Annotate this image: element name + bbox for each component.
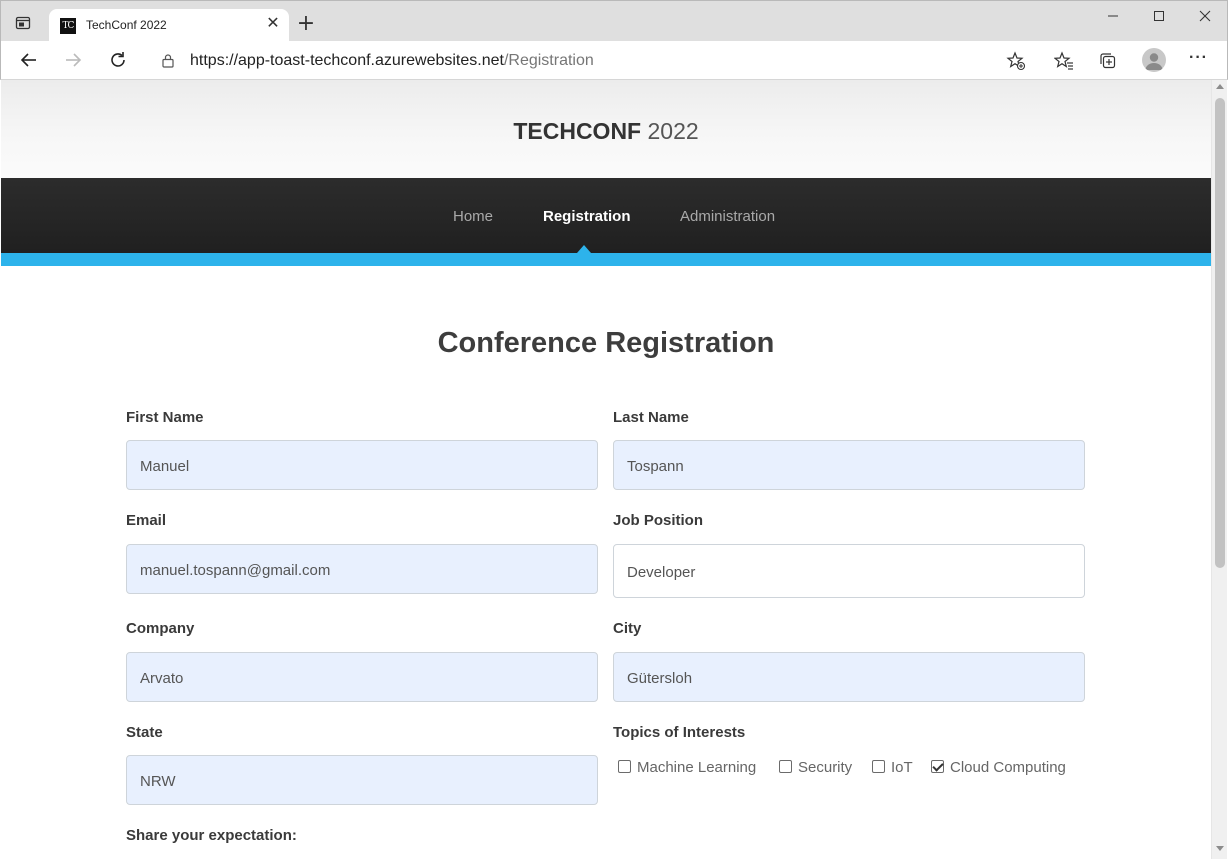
profile-icon[interactable] — [1142, 48, 1166, 72]
brand-light: 2022 — [647, 118, 699, 144]
new-tab-icon[interactable]: + — [295, 13, 317, 35]
collections-icon[interactable] — [1098, 51, 1118, 71]
topic-machine-learning[interactable]: Machine Learning — [618, 759, 756, 779]
topic-label: Machine Learning — [637, 759, 757, 776]
window-close-icon[interactable] — [1193, 6, 1217, 28]
topic-label: IoT — [891, 759, 913, 776]
checkbox-machine-learning[interactable] — [618, 760, 631, 773]
nav-home[interactable]: Home — [453, 208, 493, 225]
state-label: State — [126, 724, 163, 741]
brand-strong: TECHCONF — [513, 118, 642, 144]
email-input[interactable]: manuel.tospann@gmail.com — [126, 544, 598, 594]
state-input[interactable]: NRW — [126, 755, 598, 805]
main-nav: Home Registration Administration — [1, 178, 1211, 253]
forward-icon[interactable] — [63, 50, 83, 70]
expectation-label: Share your expectation: — [126, 827, 297, 844]
job-position-label: Job Position — [613, 512, 703, 529]
company-input[interactable]: Arvato — [126, 652, 598, 702]
favorites-icon[interactable] — [1054, 51, 1074, 71]
nav-registration[interactable]: Registration — [543, 208, 631, 225]
accent-bar — [1, 253, 1211, 266]
site-brand[interactable]: TECHCONF 2022 — [1, 118, 1211, 145]
topics-group: Machine Learning Security IoT Cloud Comp… — [618, 759, 1088, 781]
browser-titlebar: TC TechConf 2022 ✕ + — [0, 0, 1228, 43]
page-title: Conference Registration — [437, 327, 775, 359]
topic-label: Cloud Computing — [950, 759, 1066, 776]
topic-cloud-computing[interactable]: Cloud Computing — [931, 759, 1066, 779]
browser-tab[interactable]: TC TechConf 2022 ✕ — [49, 9, 289, 43]
email-label: Email — [126, 512, 167, 529]
tab-title: TechConf 2022 — [86, 18, 167, 32]
first-name-label: First Name — [126, 409, 204, 426]
url-host: https://app-toast-techconf.azurewebsites… — [190, 52, 504, 69]
address-bar[interactable]: https://app-toast-techconf.azurewebsites… — [147, 46, 1037, 75]
city-input[interactable]: Gütersloh — [613, 652, 1085, 702]
site-header: TECHCONF 2022 — [1, 80, 1211, 178]
last-name-label: Last Name — [613, 409, 689, 426]
last-name-input[interactable]: Tospann — [613, 440, 1085, 490]
page-viewport: TECHCONF 2022 Home Registration Administ… — [1, 80, 1211, 859]
scroll-up-icon[interactable] — [1216, 84, 1224, 89]
checkbox-cloud-computing[interactable] — [931, 760, 944, 773]
refresh-icon[interactable] — [108, 50, 128, 70]
company-label: Company — [126, 620, 195, 637]
url-path: /Registration — [503, 52, 594, 69]
nav-administration[interactable]: Administration — [680, 208, 775, 225]
active-nav-pointer — [577, 245, 591, 253]
page-scrollbar[interactable] — [1211, 80, 1227, 859]
maximize-icon[interactable] — [1147, 6, 1171, 28]
tab-favicon: TC — [60, 18, 76, 34]
city-label: City — [613, 620, 642, 637]
topics-label: Topics of Interests — [613, 724, 746, 741]
browser-toolbar: https://app-toast-techconf.azurewebsites… — [0, 41, 1228, 80]
topic-label: Security — [798, 759, 853, 776]
close-icon[interactable]: ✕ — [264, 15, 282, 33]
topic-iot[interactable]: IoT — [872, 759, 913, 779]
back-icon[interactable] — [19, 50, 39, 70]
checkbox-iot[interactable] — [872, 760, 885, 773]
more-icon[interactable]: ··· — [1189, 49, 1208, 67]
checkbox-security[interactable] — [779, 760, 792, 773]
minimize-icon[interactable] — [1101, 6, 1125, 28]
scroll-down-icon[interactable] — [1216, 846, 1224, 851]
job-position-input[interactable]: Developer — [613, 544, 1085, 598]
first-name-input[interactable]: Manuel — [126, 440, 598, 490]
url-text[interactable]: https://app-toast-techconf.azurewebsites… — [190, 52, 594, 70]
scroll-thumb[interactable] — [1215, 98, 1225, 568]
tab-actions-icon[interactable] — [15, 15, 31, 31]
add-favorite-icon[interactable] — [1006, 51, 1026, 71]
lock-icon[interactable] — [161, 53, 175, 68]
topic-security[interactable]: Security — [779, 759, 852, 779]
